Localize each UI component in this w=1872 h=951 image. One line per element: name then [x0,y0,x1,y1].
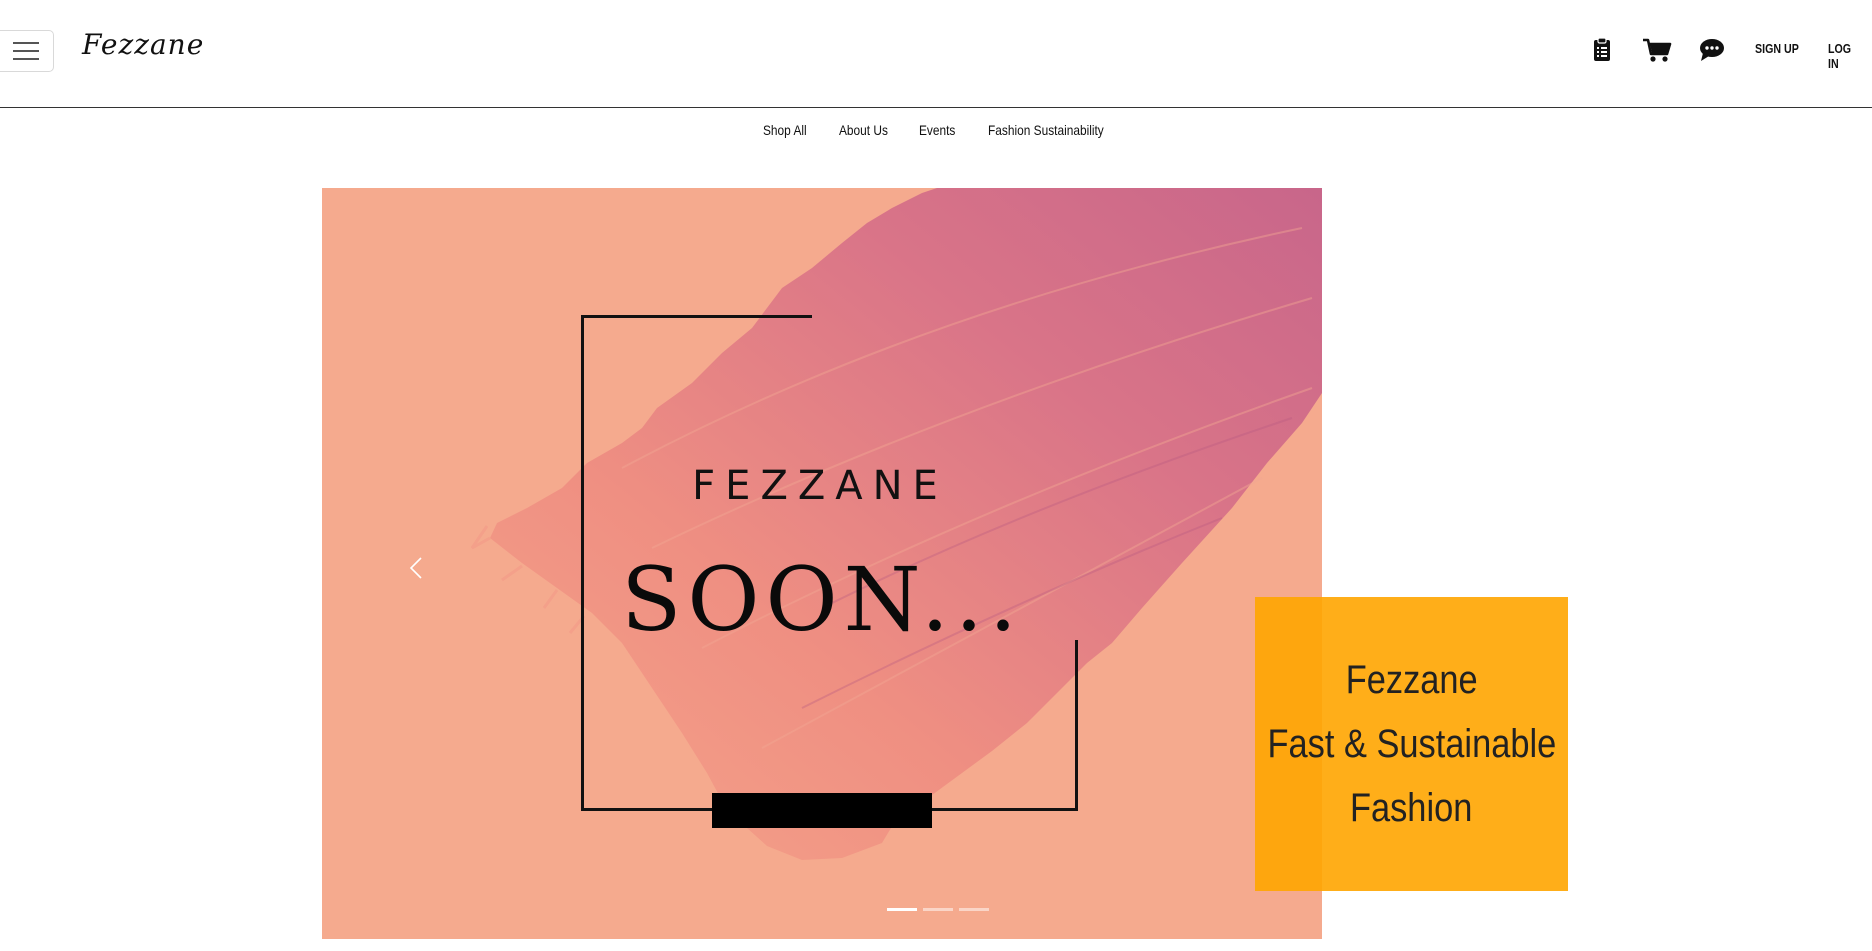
signup-link[interactable]: SIGN UP [1755,41,1799,56]
slide-brand-text: FEZZANE [692,463,948,509]
frame-black-bar [712,793,932,828]
cart-icon[interactable] [1641,36,1673,64]
promo-subtitle-line1: Fast & Sustainable [1267,722,1556,766]
nav-fashion-sustainability[interactable]: Fashion Sustainability [988,122,1104,138]
carousel-indicator-3[interactable] [959,908,989,911]
category-nav: Shop All About Us Events Fashion Sustain… [0,120,1872,142]
menu-toggle-button[interactable] [0,30,54,72]
hamburger-icon [13,50,39,52]
slide-headline: SOON... [621,548,1023,651]
hero-carousel: FEZZANE SOON... [322,188,1322,939]
promo-subtitle-line2: Fashion [1350,786,1473,830]
hamburger-icon [13,42,39,44]
carousel-prev-button[interactable] [405,548,427,588]
hamburger-icon [13,58,39,60]
nav-shop-all[interactable]: Shop All [763,122,807,138]
chevron-left-icon [409,557,422,579]
chat-icon[interactable] [1697,36,1727,64]
top-navbar: Fezzane SIGN UP LOG IN [0,0,1872,108]
frame-line-right [1075,640,1078,811]
brand-logo[interactable]: Fezzane [82,28,204,61]
carousel-indicator-1[interactable] [887,908,917,911]
promo-title: Fezzane [1345,658,1478,702]
carousel-indicator-2[interactable] [923,908,953,911]
clipboard-icon[interactable] [1588,36,1616,64]
frame-line-top [581,315,812,318]
nav-about-us[interactable]: About Us [839,122,888,138]
login-link[interactable]: LOG IN [1828,41,1864,71]
promo-box: Fezzane Fast & Sustainable Fashion [1255,597,1568,891]
nav-events[interactable]: Events [919,122,955,138]
carousel-indicators [887,908,995,912]
